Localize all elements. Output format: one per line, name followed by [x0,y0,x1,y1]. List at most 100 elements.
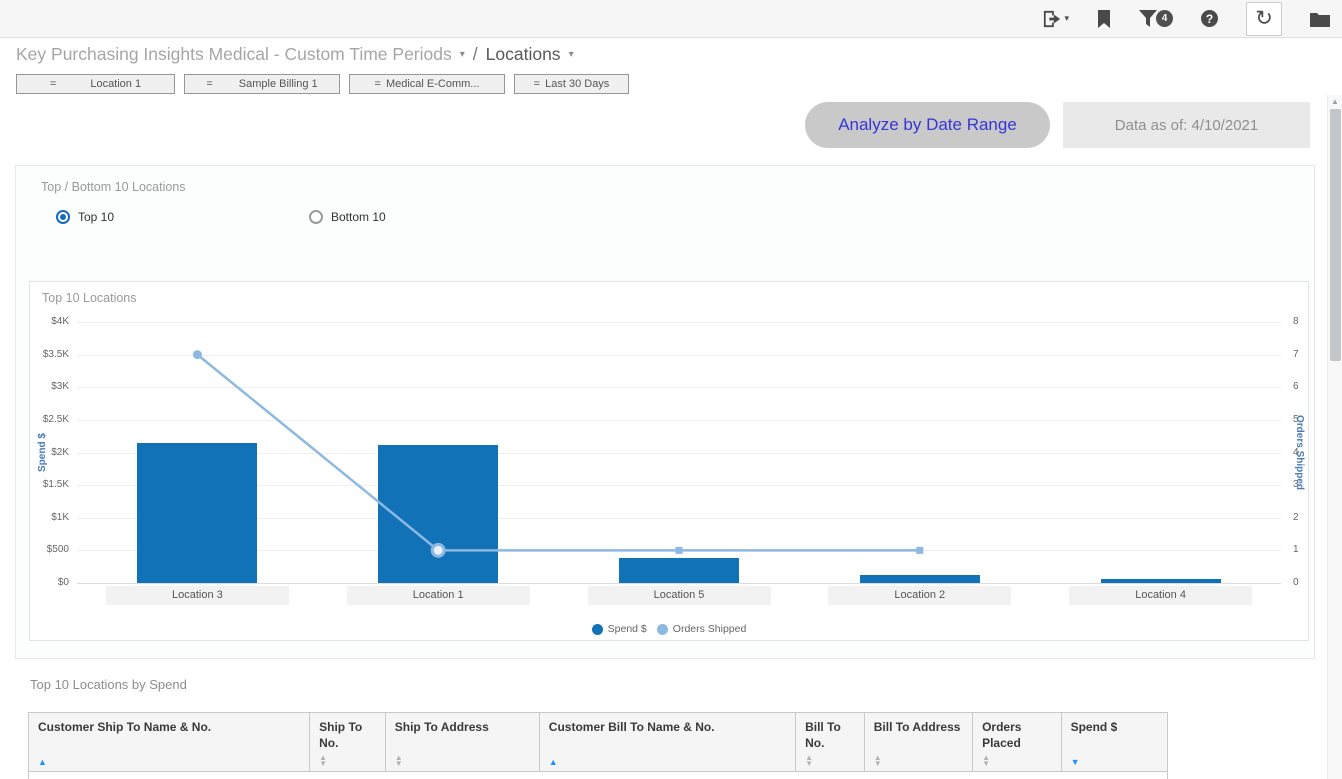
top-toolbar: ▾ 4 ? ↻ [0,0,1342,38]
left-axis-tick: $2K [27,447,69,458]
sort-unsorted-icon: ▲▼ [395,755,530,767]
right-axis-title: Orders Shipped [1294,322,1305,583]
radio-bottom-10[interactable]: Bottom 10 [309,210,386,224]
line-point-square [676,547,683,554]
left-axis-title: Spend $ [37,322,48,583]
filter-icon[interactable]: 4 [1139,10,1173,27]
chip-label: Medical E-Comm... [386,78,480,90]
chip-label: Sample Billing 1 [239,78,318,90]
x-axis-category-label: Location 3 [106,586,289,605]
column-header[interactable]: Ship To No. ▲▼ [310,713,386,771]
radio-selected-icon [56,210,70,224]
line-point-highlighted [432,544,444,556]
chart-title: Top 10 Locations [42,291,137,305]
column-header-label: Ship To Address [395,719,530,735]
filter-chip[interactable]: = Last 30 Days [514,74,629,94]
left-axis-tick: $3.5K [27,349,69,360]
filter-chip-row: = Location 1 = Sample Billing 1 = Medical E-C… [16,74,629,94]
top-10-locations-table: Customer Ship To Name & No. ▲ Ship To No. ▲… [28,712,1168,779]
legend-dot-icon [657,624,668,635]
refresh-icon[interactable]: ↻ [1246,2,1282,36]
left-axis-tick: $2.5K [27,414,69,425]
radio-unselected-icon [309,210,323,224]
radio-top-10[interactable]: Top 10 [56,210,309,224]
top-bottom-locations-panel: Top / Bottom 10 Locations Top 10 Bottom … [15,165,1315,659]
folder-icon[interactable] [1310,11,1330,27]
sort-asc-icon: ▲ [38,757,300,767]
sort-asc-icon: ▲ [549,757,786,767]
gridline [77,583,1281,584]
data-as-of-label: Data as of: 4/10/2021 [1063,102,1310,148]
chip-operator: = [50,78,56,90]
table-row [28,772,1168,779]
export-icon[interactable]: ▾ [1042,10,1069,28]
chip-operator: = [375,78,381,90]
chevron-down-icon[interactable]: ▾ [460,49,465,60]
filter-chip[interactable]: = Medical E-Comm... [349,74,505,94]
column-header-label: Bill To No. [805,719,855,751]
scroll-up-arrow-icon[interactable]: ▲ [1328,95,1342,108]
filter-chip[interactable]: = Sample Billing 1 [184,74,340,94]
legend-label: Orders Shipped [673,623,747,635]
left-axis-tick: $4K [27,316,69,327]
panel-title: Top / Bottom 10 Locations [41,180,186,194]
column-header-label: Orders Placed [982,719,1052,751]
chip-label: Location 1 [90,78,141,90]
scrollbar-thumb[interactable] [1330,109,1341,361]
breadcrumb: Key Purchasing Insights Medical - Custom… [16,44,574,65]
column-header[interactable]: Spend $ ▼ [1062,713,1167,771]
column-header[interactable]: Customer Bill To Name & No. ▲ [540,713,796,771]
top-10-locations-chart-card: Top 10 Locations $4K8$3.5K7$3K6$2.5K5$2K… [29,281,1309,641]
bookmark-icon[interactable] [1097,10,1111,28]
breadcrumb-separator: / [473,44,478,65]
legend-item[interactable]: Orders Shipped [657,623,747,635]
chart-plot-area[interactable]: $4K8$3.5K7$3K6$2.5K5$2K4$1.5K3$1K2$5001$… [77,322,1281,583]
left-axis-tick: $500 [27,544,69,555]
filter-chip[interactable]: = Location 1 [16,74,175,94]
column-header[interactable]: Orders Placed ▲▼ [973,713,1062,771]
table-header-row: Customer Ship To Name & No. ▲ Ship To No. ▲… [28,712,1168,772]
chart-legend: Spend $ Orders Shipped [30,623,1308,635]
x-axis-category-label: Location 5 [588,586,771,605]
sort-unsorted-icon: ▲▼ [874,755,963,767]
table-title: Top 10 Locations by Spend [30,677,187,692]
filter-count-badge: 4 [1156,10,1173,27]
vertical-scrollbar[interactable]: ▲ [1327,95,1342,779]
column-header[interactable]: Bill To Address ▲▼ [865,713,973,771]
sort-desc-icon: ▼ [1071,757,1158,767]
report-title-dropdown[interactable]: Key Purchasing Insights Medical - Custom… [16,44,452,65]
line-point-square [916,547,923,554]
sort-unsorted-icon: ▲▼ [319,755,376,767]
line-point [193,350,202,359]
analyze-by-date-range-button[interactable]: Analyze by Date Range [805,102,1050,148]
x-axis-category-label: Location 4 [1069,586,1252,605]
sort-unsorted-icon: ▲▼ [982,755,1052,767]
left-axis-tick: $1.5K [27,479,69,490]
legend-dot-icon [592,624,603,635]
orders-shipped-line[interactable] [77,322,1281,583]
column-header[interactable]: Customer Ship To Name & No. ▲ [29,713,310,771]
chip-operator: = [534,78,540,90]
column-header-label: Bill To Address [874,719,963,735]
page-dropdown-locations[interactable]: Locations [486,44,561,65]
legend-item[interactable]: Spend $ [592,623,647,635]
column-header[interactable]: Ship To Address ▲▼ [386,713,540,771]
column-header-label: Ship To No. [319,719,376,751]
chip-label: Last 30 Days [545,78,609,90]
left-axis-tick: $3K [27,381,69,392]
legend-label: Spend $ [608,623,647,635]
top-bottom-radio-group: Top 10 Bottom 10 [56,210,386,224]
left-axis-tick: $0 [27,577,69,588]
x-axis-category-label: Location 1 [347,586,530,605]
column-header-label: Customer Bill To Name & No. [549,719,786,735]
help-icon[interactable]: ? [1201,10,1218,27]
column-header[interactable]: Bill To No. ▲▼ [796,713,865,771]
x-axis-category-label: Location 2 [828,586,1011,605]
column-header-label: Customer Ship To Name & No. [38,719,300,735]
left-axis-tick: $1K [27,512,69,523]
sort-unsorted-icon: ▲▼ [805,755,855,767]
column-header-label: Spend $ [1071,719,1158,735]
chevron-down-icon[interactable]: ▾ [569,49,574,60]
chip-operator: = [206,78,212,90]
export-caret-icon: ▾ [1064,13,1069,24]
